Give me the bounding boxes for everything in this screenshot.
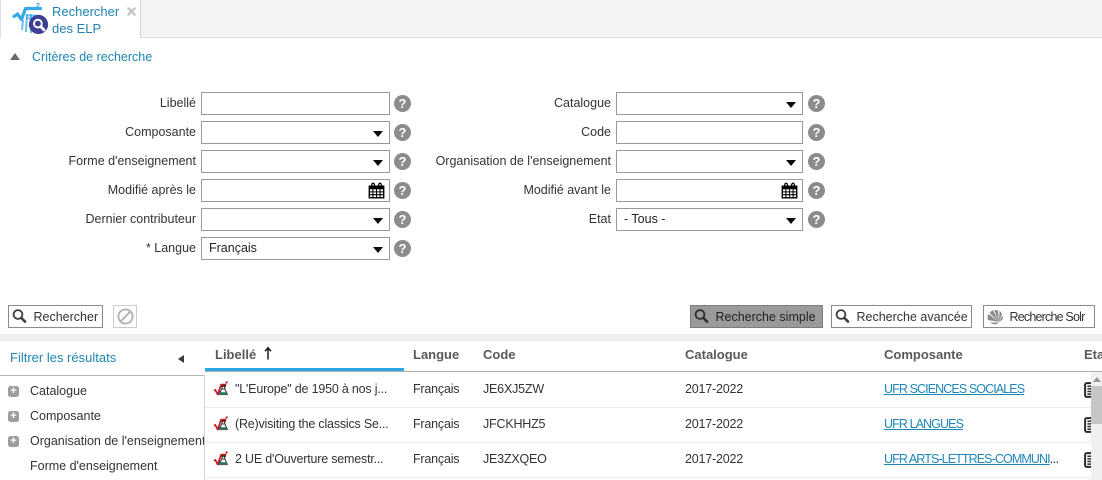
svg-text:2: 2 (36, 1, 40, 10)
